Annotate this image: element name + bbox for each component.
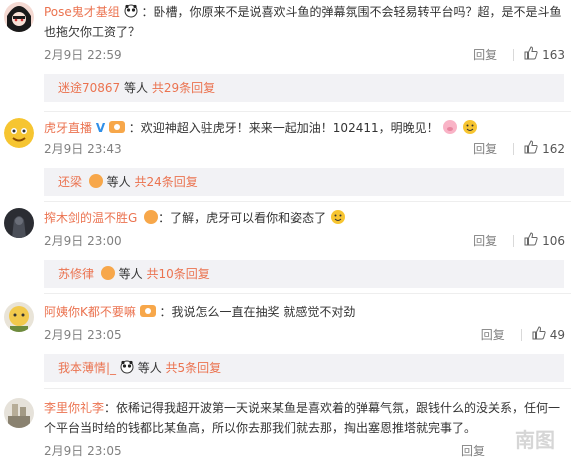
- comment-text: ：卧槽，你原来不是说喜欢斗鱼的弹幕氛围不会轻易转平台吗？超，是不是斗鱼: [141, 5, 562, 19]
- sub-reply-text: 等人: [118, 267, 143, 281]
- sub-reply-text: 等人: [137, 361, 162, 375]
- vip-badge-icon: [144, 210, 159, 224]
- divider: [44, 388, 571, 389]
- avatar[interactable]: [4, 208, 34, 238]
- divider: [44, 293, 571, 294]
- thumbs-up-icon[interactable]: [524, 46, 538, 63]
- comment-text: ：欢迎神超入驻虎牙！来来一起加油！102411，明晚见！: [128, 121, 439, 135]
- like-count: 106: [542, 233, 565, 248]
- comment-actions: 回复 106: [473, 232, 565, 249]
- comment-date: 2月9日 22:59: [44, 48, 122, 62]
- like-count: 163: [542, 47, 565, 62]
- sub-reply-text: 等人: [106, 175, 131, 189]
- separator: [513, 234, 515, 247]
- comment-text-continued: 也拖欠你工资了？: [44, 25, 141, 39]
- watermark: 南图: [515, 428, 555, 452]
- separator: [513, 48, 515, 61]
- comment-line: 阿姨你K都不要嘛 ：我说怎么一直在抽奖 就感觉不对劲: [44, 302, 355, 322]
- sub-reply-user[interactable]: 我本薄情|_: [58, 361, 116, 375]
- comment-line: 李里你礼李：依稀记得我超开波第一天说来某鱼是喜欢着的弹幕气氛，跟钱什么的没关系，…: [44, 398, 560, 418]
- reply-button[interactable]: 回复: [473, 46, 497, 63]
- avatar[interactable]: [4, 2, 34, 32]
- comment-date: 2月9日 23:43: [44, 142, 122, 156]
- sub-replies-box[interactable]: 还梁 等人 共24条回复: [44, 168, 564, 196]
- vip-badge-icon: [88, 174, 103, 188]
- vip-badge-icon: [139, 305, 160, 319]
- panda-emoji-icon: [124, 4, 142, 19]
- smile-emoji-icon: [462, 120, 478, 135]
- comment-date: 2月9日 23:05: [44, 444, 122, 458]
- reply-button[interactable]: 回复: [461, 442, 485, 459]
- sub-reply-user[interactable]: 还梁: [58, 175, 82, 189]
- panda-emoji-icon: [120, 360, 138, 375]
- username-link[interactable]: Pose鬼才基组: [44, 5, 120, 19]
- smile-emoji-icon: [330, 210, 346, 225]
- reply-button[interactable]: 回复: [473, 232, 497, 249]
- sub-reply-count[interactable]: 共10条回复: [147, 267, 210, 281]
- comment-line: 搾木剑的温不胜G ：了解，虎牙可以看你和姿态了: [44, 208, 346, 228]
- divider: [44, 111, 571, 112]
- like-count: 49: [549, 327, 565, 342]
- thumbs-up-icon[interactable]: [532, 326, 546, 343]
- sub-reply-user[interactable]: 迷途70867: [58, 81, 120, 95]
- username-link[interactable]: 虎牙直播: [44, 121, 92, 135]
- reply-button[interactable]: 回复: [473, 140, 497, 157]
- comment-actions: 回复 49: [481, 326, 565, 343]
- sub-reply-count[interactable]: 共29条回复: [152, 81, 215, 95]
- sub-replies-box[interactable]: 我本薄情|_ 等人 共5条回复: [44, 354, 564, 382]
- username-link[interactable]: 李里你礼李: [44, 401, 104, 415]
- comment-line: Pose鬼才基组 ：卧槽，你原来不是说喜欢斗鱼的弹幕氛围不会轻易转平台吗？超，是…: [44, 2, 561, 22]
- username-link[interactable]: 阿姨你K都不要嘛: [44, 305, 136, 319]
- separator: [513, 142, 515, 155]
- avatar[interactable]: [4, 302, 34, 332]
- reply-button[interactable]: 回复: [481, 326, 505, 343]
- pig-emoji-icon: [442, 120, 458, 135]
- comment-actions: 回复: [461, 442, 501, 459]
- comment-text: ：了解，虎牙可以看你和姿态了: [158, 211, 327, 225]
- sub-replies-box[interactable]: 苏修律 等人 共10条回复: [44, 260, 564, 288]
- sub-reply-count[interactable]: 共5条回复: [166, 361, 222, 375]
- sub-reply-count[interactable]: 共24条回复: [135, 175, 198, 189]
- comment-date: 2月9日 23:05: [44, 328, 122, 342]
- comment-text-continued: 个平台当时给的钱都比某鱼高，所以你去那我们就去那，掏出塞恩推塔就完事了。: [44, 421, 477, 435]
- comment-text: ：我说怎么一直在抽奖 就感觉不对劲: [159, 305, 356, 319]
- verified-v-icon: V: [95, 121, 106, 135]
- comment-date: 2月9日 23:00: [44, 234, 122, 248]
- avatar[interactable]: [4, 398, 34, 428]
- username-link[interactable]: 搾木剑的温不胜G: [44, 211, 137, 225]
- comment-text: ：依稀记得我超开波第一天说来某鱼是喜欢着的弹幕气氛，跟钱什么的没关系，任何一: [104, 401, 561, 415]
- thumbs-up-icon[interactable]: [524, 140, 538, 157]
- separator: [520, 328, 522, 341]
- sub-reply-user[interactable]: 苏修律: [58, 267, 94, 281]
- comment-actions: 回复 162: [473, 140, 565, 157]
- divider: [44, 201, 571, 202]
- sub-replies-box[interactable]: 迷途70867 等人 共29条回复: [44, 74, 564, 102]
- sub-reply-text: 等人: [124, 81, 149, 95]
- comment-line: 虎牙直播 V ：欢迎神超入驻虎牙！来来一起加油！102411，明晚见！: [44, 118, 478, 138]
- like-count: 162: [542, 141, 565, 156]
- vip-badge-icon: [100, 266, 115, 280]
- avatar[interactable]: [4, 118, 34, 148]
- thumbs-up-icon[interactable]: [524, 232, 538, 249]
- vip-badge-icon: [108, 121, 129, 135]
- comment-actions: 回复 163: [473, 46, 565, 63]
